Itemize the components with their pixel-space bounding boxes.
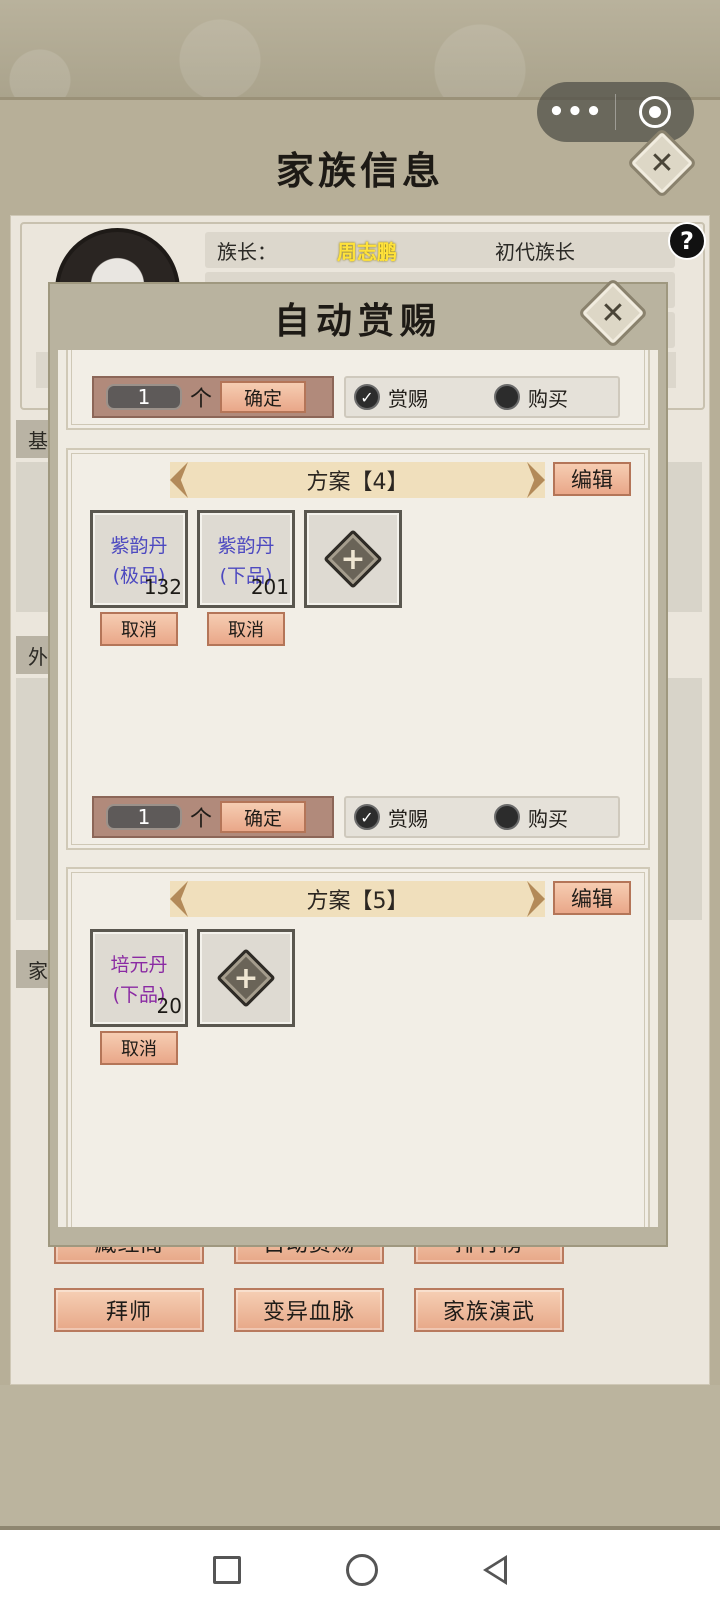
item-slot[interactable]: 培元丹 (下品) 20 bbox=[90, 929, 188, 1027]
page-title: 家族信息 bbox=[275, 148, 444, 193]
check-icon: ✓ bbox=[354, 804, 380, 830]
back-icon[interactable] bbox=[483, 1555, 508, 1585]
quantity-input[interactable]: 1 bbox=[106, 804, 182, 830]
help-icon[interactable]: ? bbox=[668, 222, 706, 260]
plan-card-5: 方案【5】 编辑 培元丹 (下品) 20 取消 + bbox=[66, 867, 650, 1227]
recent-apps-icon[interactable] bbox=[212, 1556, 241, 1584]
plan-card-4: 方案【4】 编辑 紫韵丹 (极品) 132 取消 紫韵丹 (下品) 201 取消… bbox=[66, 448, 650, 850]
target-icon[interactable] bbox=[616, 96, 694, 128]
reward-label: 赏赐 bbox=[388, 806, 428, 831]
leader-name: 周志鹏 bbox=[337, 239, 397, 264]
plan-title: 方案【4】 bbox=[306, 470, 409, 495]
check-icon: ✓ bbox=[354, 384, 380, 410]
prev-plan-icon[interactable] bbox=[170, 462, 188, 498]
reward-option[interactable]: ✓ 赏赐 bbox=[354, 383, 494, 412]
plan-list[interactable]: 1 个 确定 ✓ 赏赐 购买 方案【4】 编辑 紫韵丹 (极品) 132 取消 … bbox=[58, 350, 658, 1227]
add-item-slot[interactable]: + bbox=[304, 510, 402, 608]
family-martial-button[interactable]: 家族演武 bbox=[414, 1288, 564, 1332]
reward-label: 赏赐 bbox=[388, 386, 428, 411]
next-plan-icon[interactable] bbox=[527, 462, 545, 498]
quantity-unit: 个 bbox=[189, 387, 212, 412]
quantity-box: 1 个 确定 bbox=[92, 796, 334, 838]
reward-option[interactable]: ✓ 赏赐 bbox=[354, 803, 494, 832]
item-count: 20 bbox=[156, 994, 182, 1018]
mutant-bloodline-button[interactable]: 变异血脉 bbox=[234, 1288, 384, 1332]
confirm-button[interactable]: 确定 bbox=[220, 381, 306, 413]
leader-label: 族长： bbox=[217, 239, 277, 264]
buy-option[interactable]: 购买 bbox=[494, 383, 568, 412]
buy-label: 购买 bbox=[528, 806, 568, 831]
apprentice-button[interactable]: 拜师 bbox=[54, 1288, 204, 1332]
plan-header[interactable]: 方案【4】 bbox=[170, 462, 545, 498]
edit-button[interactable]: 编辑 bbox=[553, 462, 631, 496]
radio-icon bbox=[494, 384, 520, 410]
add-item-slot[interactable]: + bbox=[197, 929, 295, 1027]
modal-title: 自动赏赐 bbox=[273, 300, 442, 342]
prev-plan-icon[interactable] bbox=[170, 881, 188, 917]
bottom-decoration bbox=[0, 1385, 720, 1530]
cancel-button[interactable]: 取消 bbox=[100, 1031, 178, 1065]
plan-header[interactable]: 方案【5】 bbox=[170, 881, 545, 917]
next-plan-icon[interactable] bbox=[527, 881, 545, 917]
quantity-input[interactable]: 1 bbox=[106, 384, 182, 410]
item-slot[interactable]: 紫韵丹 (极品) 132 bbox=[90, 510, 188, 608]
item-count: 201 bbox=[250, 575, 289, 599]
mode-selector: ✓ 赏赐 购买 bbox=[344, 796, 620, 838]
item-count: 132 bbox=[143, 575, 182, 599]
plan-card-3: 1 个 确定 ✓ 赏赐 购买 bbox=[66, 350, 650, 430]
modal-close-button[interactable]: ✕ bbox=[577, 277, 649, 349]
radio-icon bbox=[494, 804, 520, 830]
edit-button[interactable]: 编辑 bbox=[553, 881, 631, 915]
buy-label: 购买 bbox=[528, 386, 568, 411]
mini-program-capsule: ••• bbox=[537, 82, 694, 142]
add-icon: + bbox=[216, 948, 276, 1008]
mode-selector: ✓ 赏赐 购买 bbox=[344, 376, 620, 418]
home-icon[interactable] bbox=[345, 1554, 378, 1586]
add-icon: + bbox=[323, 529, 383, 589]
plan-title: 方案【5】 bbox=[306, 889, 409, 914]
confirm-button[interactable]: 确定 bbox=[220, 801, 306, 833]
close-icon: ✕ bbox=[577, 277, 649, 349]
cancel-button[interactable]: 取消 bbox=[100, 612, 178, 646]
quantity-box: 1 个 确定 bbox=[92, 376, 334, 418]
page-close-button[interactable]: ✕ bbox=[626, 127, 698, 199]
cancel-button[interactable]: 取消 bbox=[207, 612, 285, 646]
leader-row: 族长： 周志鹏 初代族长 bbox=[205, 232, 675, 268]
more-icon[interactable]: ••• bbox=[537, 97, 615, 127]
item-slot[interactable]: 紫韵丹 (下品) 201 bbox=[197, 510, 295, 608]
system-nav-bar bbox=[0, 1530, 720, 1610]
quantity-unit: 个 bbox=[189, 807, 212, 832]
close-icon: ✕ bbox=[626, 127, 698, 199]
leader-rank: 初代族长 bbox=[495, 239, 575, 264]
buy-option[interactable]: 购买 bbox=[494, 803, 568, 832]
